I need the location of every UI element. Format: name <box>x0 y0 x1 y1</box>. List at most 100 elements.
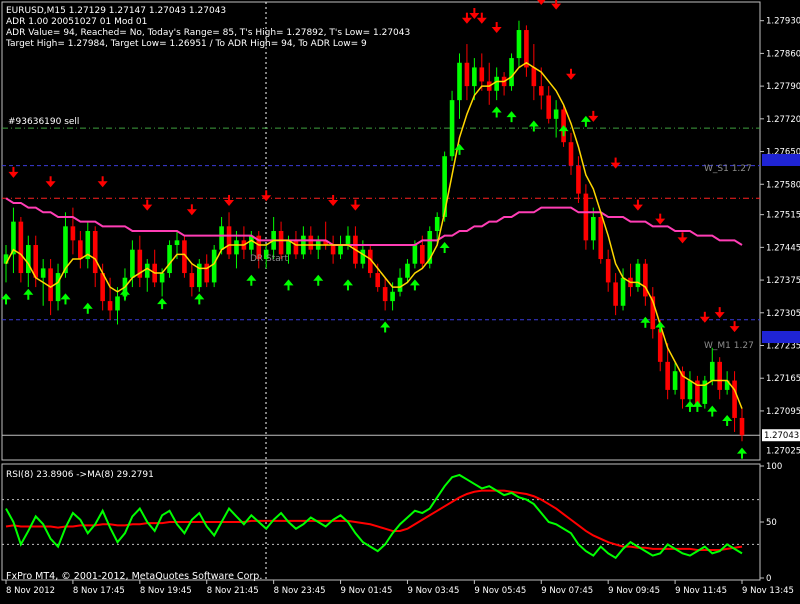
time-tick-label: 9 Nov 03:45 <box>407 586 459 596</box>
candle-body <box>108 301 113 310</box>
candle-body <box>539 86 544 95</box>
candle-body <box>78 240 83 259</box>
ws1-label: W_S1 1.27 <box>704 164 752 174</box>
candle-body <box>145 264 150 278</box>
candle-body <box>390 292 395 301</box>
price-tick-label: 1.27860 <box>766 49 800 59</box>
header-target-line: Target High= 1.27984, Target Low= 1.2695… <box>5 39 367 49</box>
candle-body <box>56 273 61 301</box>
candle-body <box>532 67 537 86</box>
candle-body <box>598 217 603 259</box>
candle-body <box>398 278 403 292</box>
price-tick-label: 1.27095 <box>766 407 800 417</box>
candle-body <box>338 245 343 254</box>
order-label: #93636190 sell <box>8 117 79 127</box>
rsi-tick-label: 0 <box>766 574 771 584</box>
dr-start-label: DR Start <box>250 254 289 264</box>
candle-body <box>420 245 425 264</box>
candle-body <box>435 217 440 231</box>
candle-body <box>546 95 551 118</box>
time-tick-label: 9 Nov 01:45 <box>341 586 393 596</box>
time-tick-label: 8 Nov 2012 <box>6 586 55 596</box>
candle-body <box>212 250 217 283</box>
price-tick-label: 1.27580 <box>766 180 800 190</box>
candle-body <box>472 67 477 86</box>
candle-body <box>717 362 722 390</box>
wm1-label: W_M1 1.27 <box>704 341 754 351</box>
price-tick-label: 1.27305 <box>766 309 800 319</box>
candle-body <box>167 245 172 273</box>
price-tick-label: 1.27930 <box>766 17 800 27</box>
candle-body <box>569 142 574 165</box>
candle-body <box>41 268 46 277</box>
time-tick-label: 8 Nov 21:45 <box>207 586 259 596</box>
candle-body <box>234 240 239 254</box>
candle-body <box>524 30 529 67</box>
candle-body <box>732 381 737 418</box>
candle-body <box>279 231 284 254</box>
candle-body <box>450 100 455 156</box>
time-tick-label: 9 Nov 07:45 <box>541 586 593 596</box>
candle-body <box>658 329 663 362</box>
time-tick-label: 8 Nov 19:45 <box>140 586 192 596</box>
chart-canvas: EURUSD,M15 1.27129 1.27147 1.27043 1.270… <box>0 0 800 600</box>
candle-body <box>346 236 351 245</box>
candle-body <box>606 259 611 282</box>
wm1-price-tag <box>762 331 800 343</box>
price-tick-label: 1.27790 <box>766 82 800 92</box>
copyright-text: FxPro MT4, © 2001-2012, MetaQuotes Softw… <box>6 571 262 582</box>
candle-body <box>665 362 670 390</box>
candle-body <box>361 250 366 264</box>
candle-body <box>383 287 388 301</box>
header-stats-line: ADR Value= 94, Reached= No, Today's Rang… <box>6 28 410 38</box>
candle-body <box>26 245 31 273</box>
candle-body <box>71 226 76 240</box>
candle-body <box>115 296 120 310</box>
candle-body <box>413 245 418 264</box>
rsi-title: RSI(8) 23.8906 ->MA(8) 29.2791 <box>6 470 154 480</box>
candle-body <box>688 381 693 400</box>
time-tick-label: 8 Nov 23:45 <box>274 586 326 596</box>
candle-body <box>405 264 410 278</box>
candle-body <box>93 231 98 273</box>
candle-body <box>227 226 232 254</box>
candle-body <box>494 77 499 91</box>
low-price-label: 1.27025 <box>766 447 800 457</box>
rsi-tick-label: 100 <box>766 462 782 472</box>
candle-body <box>190 273 195 287</box>
candle-body <box>309 236 314 250</box>
candle-body <box>591 217 596 240</box>
candle-body <box>621 278 626 306</box>
candle-body <box>294 240 299 254</box>
chart-root: EURUSD,M15 1.27129 1.27147 1.27043 1.270… <box>0 0 800 600</box>
candle-body <box>479 67 484 81</box>
time-tick-label: 9 Nov 13:45 <box>742 586 794 596</box>
header-adr-line: ADR 1.00 20051027 01 Mod 01 <box>6 17 147 27</box>
candle-body <box>175 240 180 245</box>
candle-body <box>554 109 559 118</box>
candle-body <box>465 63 470 86</box>
candle-body <box>584 194 589 241</box>
candle-body <box>219 226 224 249</box>
time-tick-label: 8 Nov 17:45 <box>73 586 125 596</box>
candle-body <box>130 250 135 278</box>
price-tick-label: 1.27515 <box>766 211 800 221</box>
header-symbol-line: EURUSD,M15 1.27129 1.27147 1.27043 1.270… <box>6 6 226 16</box>
candle-body <box>331 245 336 254</box>
ws1-price-tag <box>762 154 800 166</box>
time-tick-label: 9 Nov 05:45 <box>474 586 526 596</box>
candle-body <box>576 166 581 194</box>
candle-body <box>48 268 53 301</box>
candle-body <box>457 63 462 100</box>
candle-body <box>286 240 291 254</box>
candle-body <box>19 222 24 273</box>
candle-body <box>613 282 618 305</box>
price-tick-label: 1.27165 <box>766 374 800 384</box>
price-tick-label: 1.27445 <box>766 243 800 253</box>
price-tick-label: 1.27720 <box>766 115 800 125</box>
candle-body <box>160 273 165 282</box>
rsi-tick-label: 50 <box>766 518 777 528</box>
chart-background <box>0 0 800 600</box>
candle-body <box>375 273 380 287</box>
time-tick-label: 9 Nov 09:45 <box>608 586 660 596</box>
